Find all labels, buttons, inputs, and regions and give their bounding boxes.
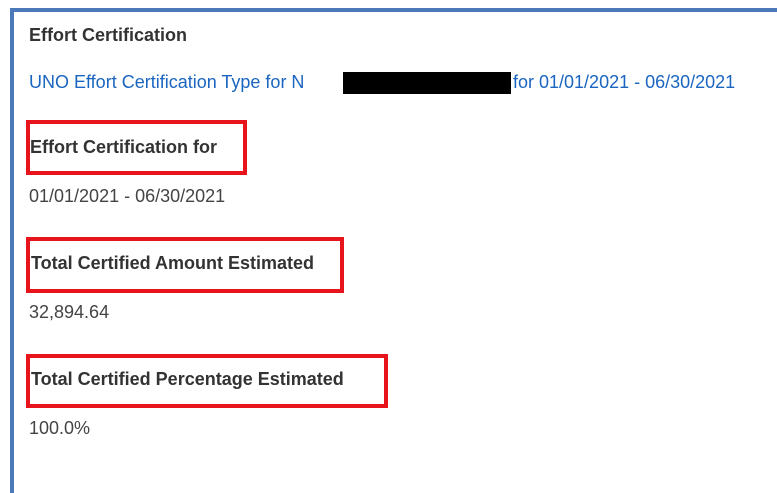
field-label-certified-percentage: Total Certified Percentage Estimated: [31, 369, 344, 389]
field-value-certified-percentage: 100.0%: [29, 418, 91, 438]
field-label-certified-amount: Total Certified Amount Estimated: [31, 253, 315, 273]
field-value-certification-period: 01/01/2021 - 06/30/2021: [29, 186, 226, 206]
effort-certification-card: Effort Certification UNO Effort Certific…: [10, 8, 777, 493]
certification-link-prefix[interactable]: UNO Effort Certification Type for N: [29, 72, 304, 93]
card-title: Effort Certification: [29, 25, 188, 45]
field-label-certification-for: Effort Certification for: [30, 137, 217, 157]
redaction-bar: [343, 72, 511, 94]
certification-link-suffix[interactable]: for 01/01/2021 - 06/30/2021: [513, 72, 735, 93]
field-value-certified-amount: 32,894.64: [29, 302, 110, 322]
